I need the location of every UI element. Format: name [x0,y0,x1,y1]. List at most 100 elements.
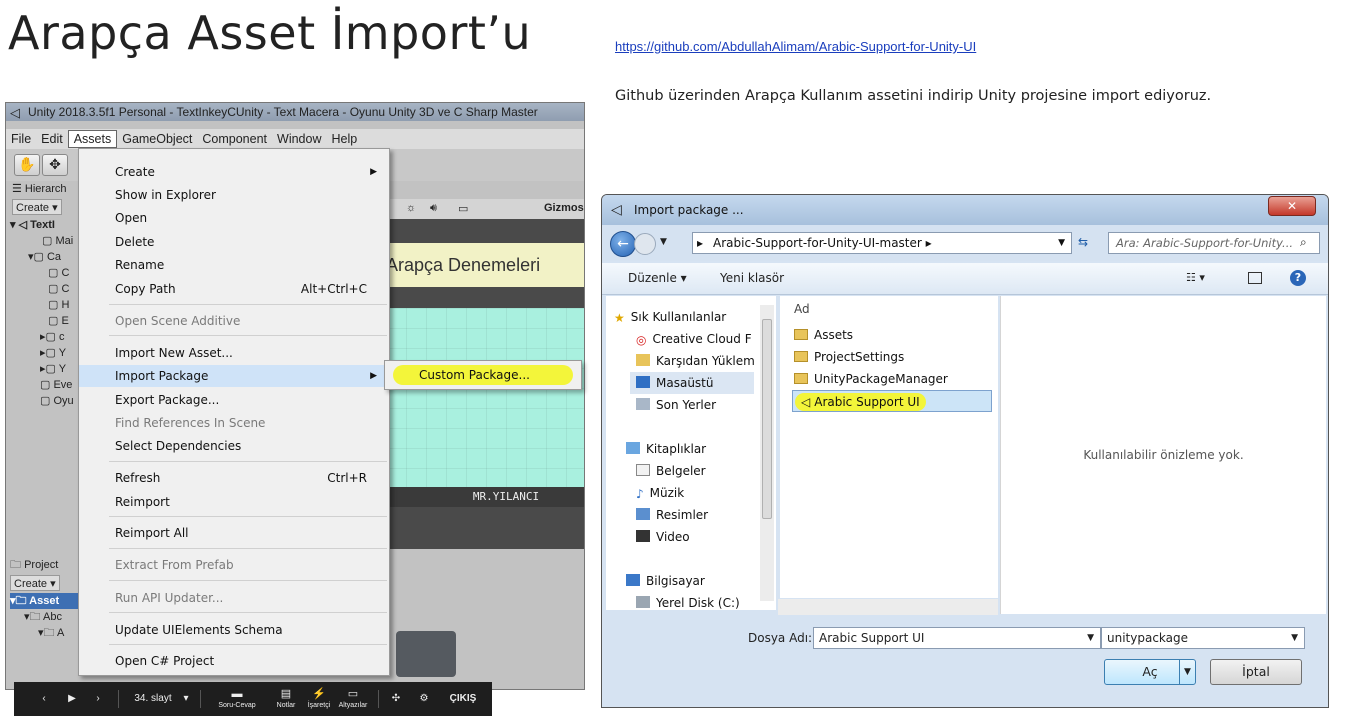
zoom-icon[interactable]: ✣ [388,682,404,716]
menu-item-open[interactable]: Open [79,207,389,229]
hierarchy-row[interactable]: Oyu [53,395,73,407]
cancel-button[interactable]: İptal [1210,659,1302,685]
nav-item[interactable]: ♪ Müzik [636,482,684,504]
nav-item[interactable]: Karşıdan Yüklem [636,350,755,372]
history-dropdown-icon[interactable]: ▼ [660,237,667,247]
menu-item-refresh[interactable]: Refresh Ctrl+R [79,467,389,489]
hierarchy-row[interactable]: Y [59,363,66,375]
gear-icon[interactable]: ⚙ [416,682,432,716]
hierarchy-row[interactable]: Mai [55,235,73,247]
menu-edit[interactable]: Edit [36,129,68,149]
project-row[interactable]: Abc [43,611,62,623]
chevron-down-icon[interactable]: ▼ [1058,233,1065,253]
menu-item-export-package[interactable]: Export Package... [79,389,389,411]
back-arrow-icon[interactable]: ← [610,231,636,257]
notes-icon[interactable]: ▤ [272,688,300,700]
nav-favorites[interactable]: ★ Sık Kullanılanlar [614,306,726,328]
menu-item-reimport[interactable]: Reimport [79,491,389,513]
hierarchy-row[interactable]: Y [59,347,66,359]
nav-item[interactable]: Yerel Disk (C:) [636,592,740,614]
project-row[interactable]: Asset [29,595,59,607]
light-icon[interactable]: ☼ [406,202,416,214]
view-options-icon[interactable]: ☷ ▾ [1186,263,1205,293]
menu-assets[interactable]: Assets [67,130,118,148]
organize-button[interactable]: Düzenle ▾ [628,263,687,293]
menu-item-select-dependencies[interactable]: Select Dependencies [79,435,389,457]
open-button[interactable]: Aç ▼ [1104,659,1196,685]
effects-icon[interactable]: ▭ [458,202,468,215]
nav-item[interactable]: Resimler [636,504,708,526]
hand-tool-icon[interactable]: ✋ [14,154,40,176]
menu-window[interactable]: Window [272,129,326,149]
menu-item-reimport-all[interactable]: Reimport All [79,522,389,544]
search-input[interactable]: Ara: Arabic-Support-for-Unity... [1108,232,1320,254]
nav-computer[interactable]: Bilgisayar [626,570,705,592]
hierarchy-row[interactable]: TextI [30,219,55,231]
menu-item-open-csharp-project[interactable]: Open C# Project [79,650,389,672]
chevron-down-icon[interactable]: ▼ [1179,660,1195,684]
nav-item[interactable]: Belgeler [636,460,706,482]
menu-item-update-uielements-schema[interactable]: Update UIElements Schema [79,619,389,641]
nav-item[interactable]: Video [636,526,690,548]
hierarchy-row[interactable]: C [61,283,69,295]
hierarchy-row[interactable]: E [61,315,68,327]
hierarchy-row[interactable]: C [61,267,69,279]
file-type-select[interactable]: unitypackage ▼ [1101,627,1305,649]
subtitles-icon[interactable]: ▭ [336,688,370,700]
new-folder-button[interactable]: Yeni klasör [720,263,784,293]
refresh-icon[interactable]: ⇆ [1078,235,1100,253]
menu-file[interactable]: File [6,129,36,149]
path-breadcrumb[interactable]: ▸ Arabic-Support-for-Unity-UI-master ▸ ▼ [692,232,1072,254]
project-create-button[interactable]: Create [14,578,47,590]
hierarchy-row[interactable]: Ca [47,251,61,263]
chevron-down-icon[interactable]: ▼ [1087,628,1094,648]
project-row[interactable]: A [57,627,64,639]
project-tab[interactable]: Project [24,559,58,571]
qa-icon[interactable]: ▬ [210,688,264,700]
file-row-selected[interactable]: ◁ Arabic Support UI [792,390,992,412]
menu-item-show-in-explorer[interactable]: Show in Explorer [79,184,389,206]
github-link[interactable]: https://github.com/AbdullahAlimam/Arabic… [615,39,976,54]
nav-item[interactable]: ◎ Creative Cloud F [636,328,752,350]
hierarchy-row[interactable]: c [59,331,65,343]
menu-item-delete[interactable]: Delete [79,231,389,253]
previous-icon[interactable]: ‹ [36,682,52,716]
menu-item-rename[interactable]: Rename [79,254,389,276]
menu-item-custom-package[interactable]: Custom Package... [393,365,573,385]
pointer-icon[interactable]: ⚡ [304,688,334,700]
move-tool-icon[interactable]: ✥ [42,154,68,176]
forward-arrow-icon[interactable] [634,233,656,255]
nav-scrollbar-thumb[interactable] [762,319,772,519]
menu-item-import-new-asset[interactable]: Import New Asset... [79,342,389,364]
menu-item-copy-path[interactable]: Copy Path Alt+Ctrl+C [79,278,389,300]
menu-item-create[interactable]: Create ▶ [79,161,389,183]
gizmos-button[interactable]: Gizmos [544,202,584,214]
help-icon[interactable]: ? [1290,270,1306,286]
hierarchy-tab[interactable]: Hierarch [25,183,67,195]
close-icon[interactable]: ✕ [1268,196,1316,216]
nav-item[interactable]: Masaüstü [630,372,754,394]
exit-button[interactable]: ÇIKIŞ [446,682,480,716]
hierarchy-create-button[interactable]: Create [16,202,49,214]
menu-item-import-package[interactable]: Import Package ▶ [79,365,389,387]
search-icon[interactable]: ⌕ [1300,235,1307,250]
nav-item[interactable]: Son Yerler [636,394,716,416]
file-row[interactable]: UnityPackageManager [794,368,948,390]
menu-gameobject[interactable]: GameObject [117,129,197,149]
menu-help[interactable]: Help [326,129,362,149]
nav-libraries[interactable]: Kitaplıklar [626,438,706,460]
folder-thumbnail[interactable] [396,631,456,677]
column-header-name[interactable]: Ad [794,298,810,320]
file-row[interactable]: ProjectSettings [794,346,904,368]
path-segment[interactable]: Arabic-Support-for-Unity-UI-master [713,236,922,250]
filename-input[interactable]: Arabic Support UI ▼ [813,627,1101,649]
hierarchy-row[interactable]: Eve [53,379,72,391]
file-row[interactable]: Assets [794,324,853,346]
hierarchy-row[interactable]: H [61,299,69,311]
slide-number[interactable]: 34. slayt [128,682,178,716]
preview-pane-icon[interactable] [1248,272,1262,284]
horizontal-scrollbar[interactable] [778,599,998,615]
next-icon[interactable]: › [90,682,106,716]
audio-icon[interactable]: 🔊︎ [430,202,437,215]
chevron-down-icon[interactable]: ▼ [1291,628,1298,648]
